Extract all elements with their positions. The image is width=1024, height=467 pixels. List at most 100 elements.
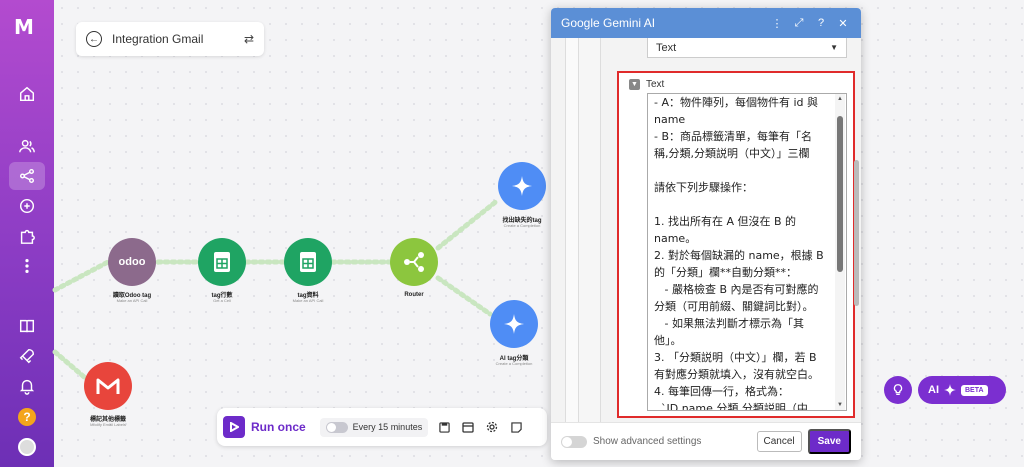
avatar[interactable] [18, 438, 36, 456]
bell-icon[interactable] [9, 372, 45, 400]
play-icon [223, 416, 245, 438]
collapse-chevron-icon[interactable]: ▼ [629, 79, 640, 90]
prompt-line: name。 [654, 232, 697, 245]
scenario-header: ← Integration Gmail ⇄ [76, 22, 264, 56]
router-module[interactable] [390, 238, 438, 286]
prompt-line: 2. 對於每個缺漏的 name，根據 B [654, 249, 824, 262]
prompt-line: 的「分類」欄**自動分類**： [654, 266, 797, 279]
scenario-title[interactable]: Integration Gmail [112, 32, 234, 46]
dialog-scrollbar[interactable] [854, 160, 859, 306]
connections-icon[interactable] [9, 192, 45, 220]
module-settings-dialog: Google Gemini AI ⋮ ⤢ ? ✕ Text ▼ ▼ Text -… [551, 8, 861, 460]
schedule-toggle[interactable] [325, 421, 348, 433]
gear-icon[interactable] [484, 419, 500, 435]
share-icon[interactable] [9, 162, 45, 190]
prompt-textarea[interactable]: - A：物件陣列，每個物件有 id 與 name - B：商品標籤清單，每筆有「名稱… [647, 93, 847, 411]
text-field-label: Text [646, 79, 665, 90]
odoo-logo: odoo [118, 256, 146, 268]
gemini-sparkle-icon [504, 314, 524, 334]
help-icon[interactable]: ? [18, 408, 36, 426]
help-icon[interactable]: ? [813, 15, 829, 31]
node-label: Router [404, 292, 424, 298]
kebab-menu-icon[interactable]: ⋮ [769, 15, 785, 31]
odoo-module[interactable]: odoo [108, 238, 156, 286]
book-icon[interactable] [9, 312, 45, 340]
text-field-header[interactable]: ▼ Text [629, 79, 664, 90]
back-arrow-icon[interactable]: ← [86, 31, 102, 47]
save-disk-icon[interactable] [436, 419, 452, 435]
settings-sliders-icon[interactable]: ⇄ [244, 32, 254, 46]
textarea-scrollbar[interactable]: ▲ ▼ [835, 94, 845, 410]
sheets-icon [300, 252, 316, 272]
expand-icon[interactable]: ⤢ [791, 15, 807, 31]
more-icon[interactable] [9, 252, 45, 280]
prompt-line: 他」。 [654, 334, 682, 347]
cancel-button[interactable]: Cancel [756, 431, 802, 452]
close-icon[interactable]: ✕ [835, 15, 851, 31]
type-select-value: Text [656, 41, 677, 54]
schedule-label: Every 15 minutes [352, 422, 423, 432]
text-field-group: ▼ Text - A：物件陣列，每個物件有 id 與 name - B：商品標籤清單… [617, 71, 855, 418]
scenario-canvas[interactable] [54, 0, 1024, 467]
prompt-line [654, 196, 830, 213]
type-select[interactable]: Text ▼ [647, 38, 847, 58]
gmail-module[interactable] [84, 362, 132, 410]
prompt-text: - A：物件陣列，每個物件有 id 與 name - B：商品標籤清單，每筆有「名稱… [654, 94, 830, 411]
home-icon[interactable] [9, 80, 45, 108]
advanced-settings-toggle[interactable] [561, 435, 587, 448]
nesting-guide [579, 38, 601, 422]
scroll-down-icon[interactable]: ▼ [837, 402, 843, 408]
prompt-line: 3. 「分類説明（中文）」欄，若 B [654, 351, 817, 364]
dialog-body: Text ▼ ▼ Text - A：物件陣列，每個物件有 id 與 name - B… [551, 38, 861, 422]
gmail-icon [96, 378, 120, 394]
table-icon[interactable] [460, 419, 476, 435]
run-once-button[interactable]: Run once [223, 416, 306, 438]
scroll-up-icon[interactable]: ▲ [837, 96, 843, 102]
node-sublabel: Create a Completion [503, 223, 541, 228]
dialog-footer: Show advanced settings Cancel Save [551, 422, 861, 460]
save-button[interactable]: Save [807, 429, 851, 454]
prompt-line: - 如果無法判斷才標示為「其 [654, 317, 804, 330]
puzzle-icon[interactable] [9, 222, 45, 250]
ai-assistant-button[interactable]: AI BETA [918, 376, 1006, 404]
node-sublabel: Get a Cell [213, 298, 231, 303]
node-sublabel: Make an API Call [116, 298, 148, 303]
google-sheets-module[interactable] [284, 238, 332, 286]
router-icon [404, 252, 424, 272]
sparkle-icon [944, 384, 956, 396]
prompt-line: 請依下列步驟操作： [654, 181, 753, 194]
prompt-line: 稱,分類,分類説明（中文）」三欄 [654, 147, 810, 160]
sheets-icon [214, 252, 230, 272]
chevron-down-icon: ▼ [830, 43, 838, 52]
prompt-line [654, 162, 830, 179]
dialog-header: Google Gemini AI ⋮ ⤢ ? ✕ [551, 8, 861, 38]
make-logo[interactable]: M [14, 15, 34, 39]
prompt-line: 1. 找出所有在 A 但沒在 B 的 [654, 215, 797, 228]
google-sheets-module[interactable] [198, 238, 246, 286]
scenario-toolbar: Run once Every 15 minutes [217, 408, 547, 446]
prompt-line: - 嚴格檢查 B 內是否有可對應的 [654, 283, 819, 296]
note-icon[interactable] [508, 419, 524, 435]
advanced-settings-label: Show advanced settings [593, 436, 702, 447]
prompt-line: - B：商品標籤清單，每筆有「名 [654, 130, 813, 143]
gemini-module[interactable] [490, 300, 538, 348]
left-sidebar: M ? [0, 0, 54, 467]
run-once-label: Run once [251, 420, 306, 434]
prompt-line: 分類（可用前綴、關鍵詞比對）。 [654, 300, 814, 313]
lightbulb-icon [893, 384, 903, 396]
gemini-module[interactable] [498, 162, 546, 210]
node-sublabel: Modify Email Labels [90, 422, 126, 427]
hint-button[interactable] [884, 376, 912, 404]
users-icon[interactable] [9, 132, 45, 160]
schedule-control[interactable]: Every 15 minutes [319, 417, 429, 437]
scroll-thumb[interactable] [837, 116, 843, 272]
rocket-icon[interactable] [9, 342, 45, 370]
prompt-line: name [654, 113, 686, 126]
prompt-line: `ID,name,分類,分類説明（中 [654, 402, 808, 411]
prompt-line: 有對應分類就填入，沒有就空白。 [654, 368, 819, 381]
prompt-line: 4. 每筆回傳一行，格式為： [654, 385, 789, 398]
dialog-title: Google Gemini AI [561, 16, 656, 30]
node-sublabel: Create a Completion [495, 361, 533, 366]
gemini-sparkle-icon [512, 176, 532, 196]
node-sublabel: Make an API Call [292, 298, 324, 303]
